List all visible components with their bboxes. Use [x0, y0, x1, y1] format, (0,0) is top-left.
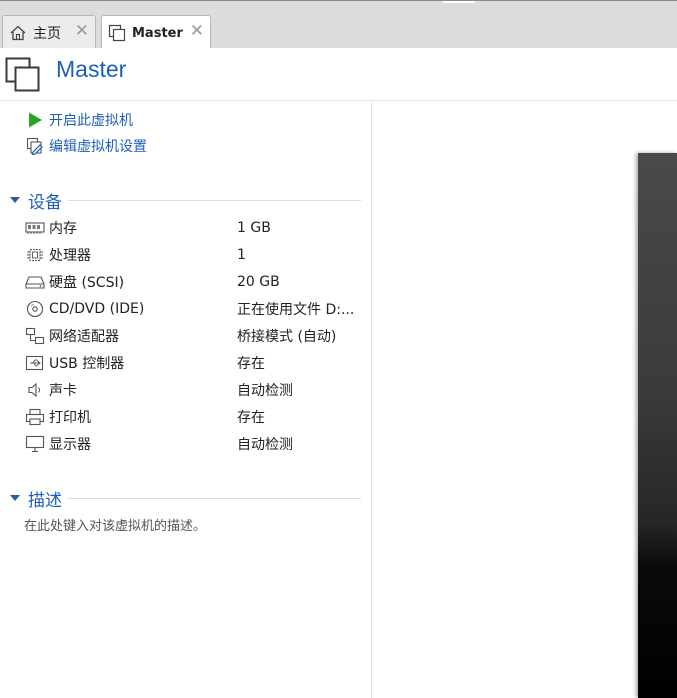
device-name: 处理器 [49, 248, 91, 264]
device-value: 自动检测 [237, 383, 293, 399]
device-name: 网络适配器 [49, 329, 119, 345]
device-row-network-adapter[interactable]: 网络适配器 桥接模式 (自动) [25, 325, 370, 347]
devices-section-title: 设备 [28, 192, 62, 213]
description-section-title: 描述 [28, 490, 62, 511]
edit-settings-icon [26, 137, 44, 155]
close-icon[interactable]: ✕ [75, 22, 89, 40]
section-divider [68, 497, 361, 499]
description-field[interactable]: 在此处键入对该虚拟机的描述。 [24, 515, 206, 534]
monitor-icon [25, 435, 45, 453]
device-row-sound-card[interactable]: 声卡 自动检测 [25, 379, 370, 401]
device-name: 内存 [49, 221, 77, 237]
section-divider [68, 199, 361, 201]
vm-icon [108, 24, 126, 42]
device-value: 正在使用文件 D:... [237, 302, 355, 318]
device-value: 1 GB [237, 220, 271, 236]
device-value: 存在 [237, 356, 265, 372]
edit-settings-button[interactable]: 编辑虚拟机设置 [26, 136, 147, 156]
tabbar-gap [443, 1, 475, 3]
printer-icon [25, 408, 45, 426]
device-name: 声卡 [49, 383, 77, 399]
power-on-label: 开启此虚拟机 [49, 113, 133, 129]
device-name: 打印机 [49, 410, 91, 426]
device-value: 桥接模式 (自动) [237, 329, 337, 345]
device-row-display[interactable]: 显示器 自动检测 [25, 433, 370, 455]
device-value: 1 [237, 247, 246, 263]
device-value: 自动检测 [237, 437, 293, 453]
device-name: 硬盘 (SCSI) [49, 275, 125, 291]
device-row-memory[interactable]: 内存 1 GB [25, 217, 370, 239]
usb-icon [25, 354, 45, 372]
play-icon [26, 111, 44, 129]
device-row-hard-disk[interactable]: 硬盘 (SCSI) 20 GB [25, 271, 370, 293]
page-title: Master [56, 56, 127, 82]
collapse-triangle-icon[interactable] [10, 197, 20, 203]
device-row-usb-controller[interactable]: USB 控制器 存在 [25, 352, 370, 374]
network-adapter-icon [25, 327, 45, 345]
device-row-printer[interactable]: 打印机 存在 [25, 406, 370, 428]
vm-large-icon [5, 57, 41, 93]
device-row-cd-dvd[interactable]: CD/DVD (IDE) 正在使用文件 D:... [25, 298, 370, 320]
device-value: 存在 [237, 410, 265, 426]
device-name: 显示器 [49, 437, 91, 453]
panel-divider[interactable] [371, 101, 372, 698]
device-name: CD/DVD (IDE) [49, 301, 145, 317]
close-icon[interactable]: ✕ [190, 22, 204, 40]
speaker-icon [25, 381, 45, 399]
power-on-button[interactable]: 开启此虚拟机 [26, 110, 133, 130]
devices-section-header[interactable]: 设备 [10, 190, 361, 213]
processor-icon [25, 246, 45, 264]
memory-icon [25, 219, 45, 237]
tab-bar: 主页 ✕ Master ✕ [0, 0, 677, 50]
tab-master[interactable]: Master ✕ [101, 15, 211, 50]
cd-dvd-icon [25, 300, 45, 318]
vm-screen-thumbnail[interactable] [638, 153, 677, 698]
device-name: USB 控制器 [49, 356, 125, 372]
tab-home[interactable]: 主页 ✕ [2, 15, 96, 49]
edit-settings-label: 编辑虚拟机设置 [49, 139, 147, 155]
hard-disk-icon [25, 273, 45, 291]
tab-master-label: Master [132, 25, 183, 41]
tab-home-label: 主页 [33, 25, 61, 42]
description-section-header[interactable]: 描述 [10, 488, 361, 511]
device-value: 20 GB [237, 274, 280, 290]
device-row-processor[interactable]: 处理器 1 [25, 244, 370, 266]
collapse-triangle-icon[interactable] [10, 495, 20, 501]
home-icon [9, 24, 27, 42]
